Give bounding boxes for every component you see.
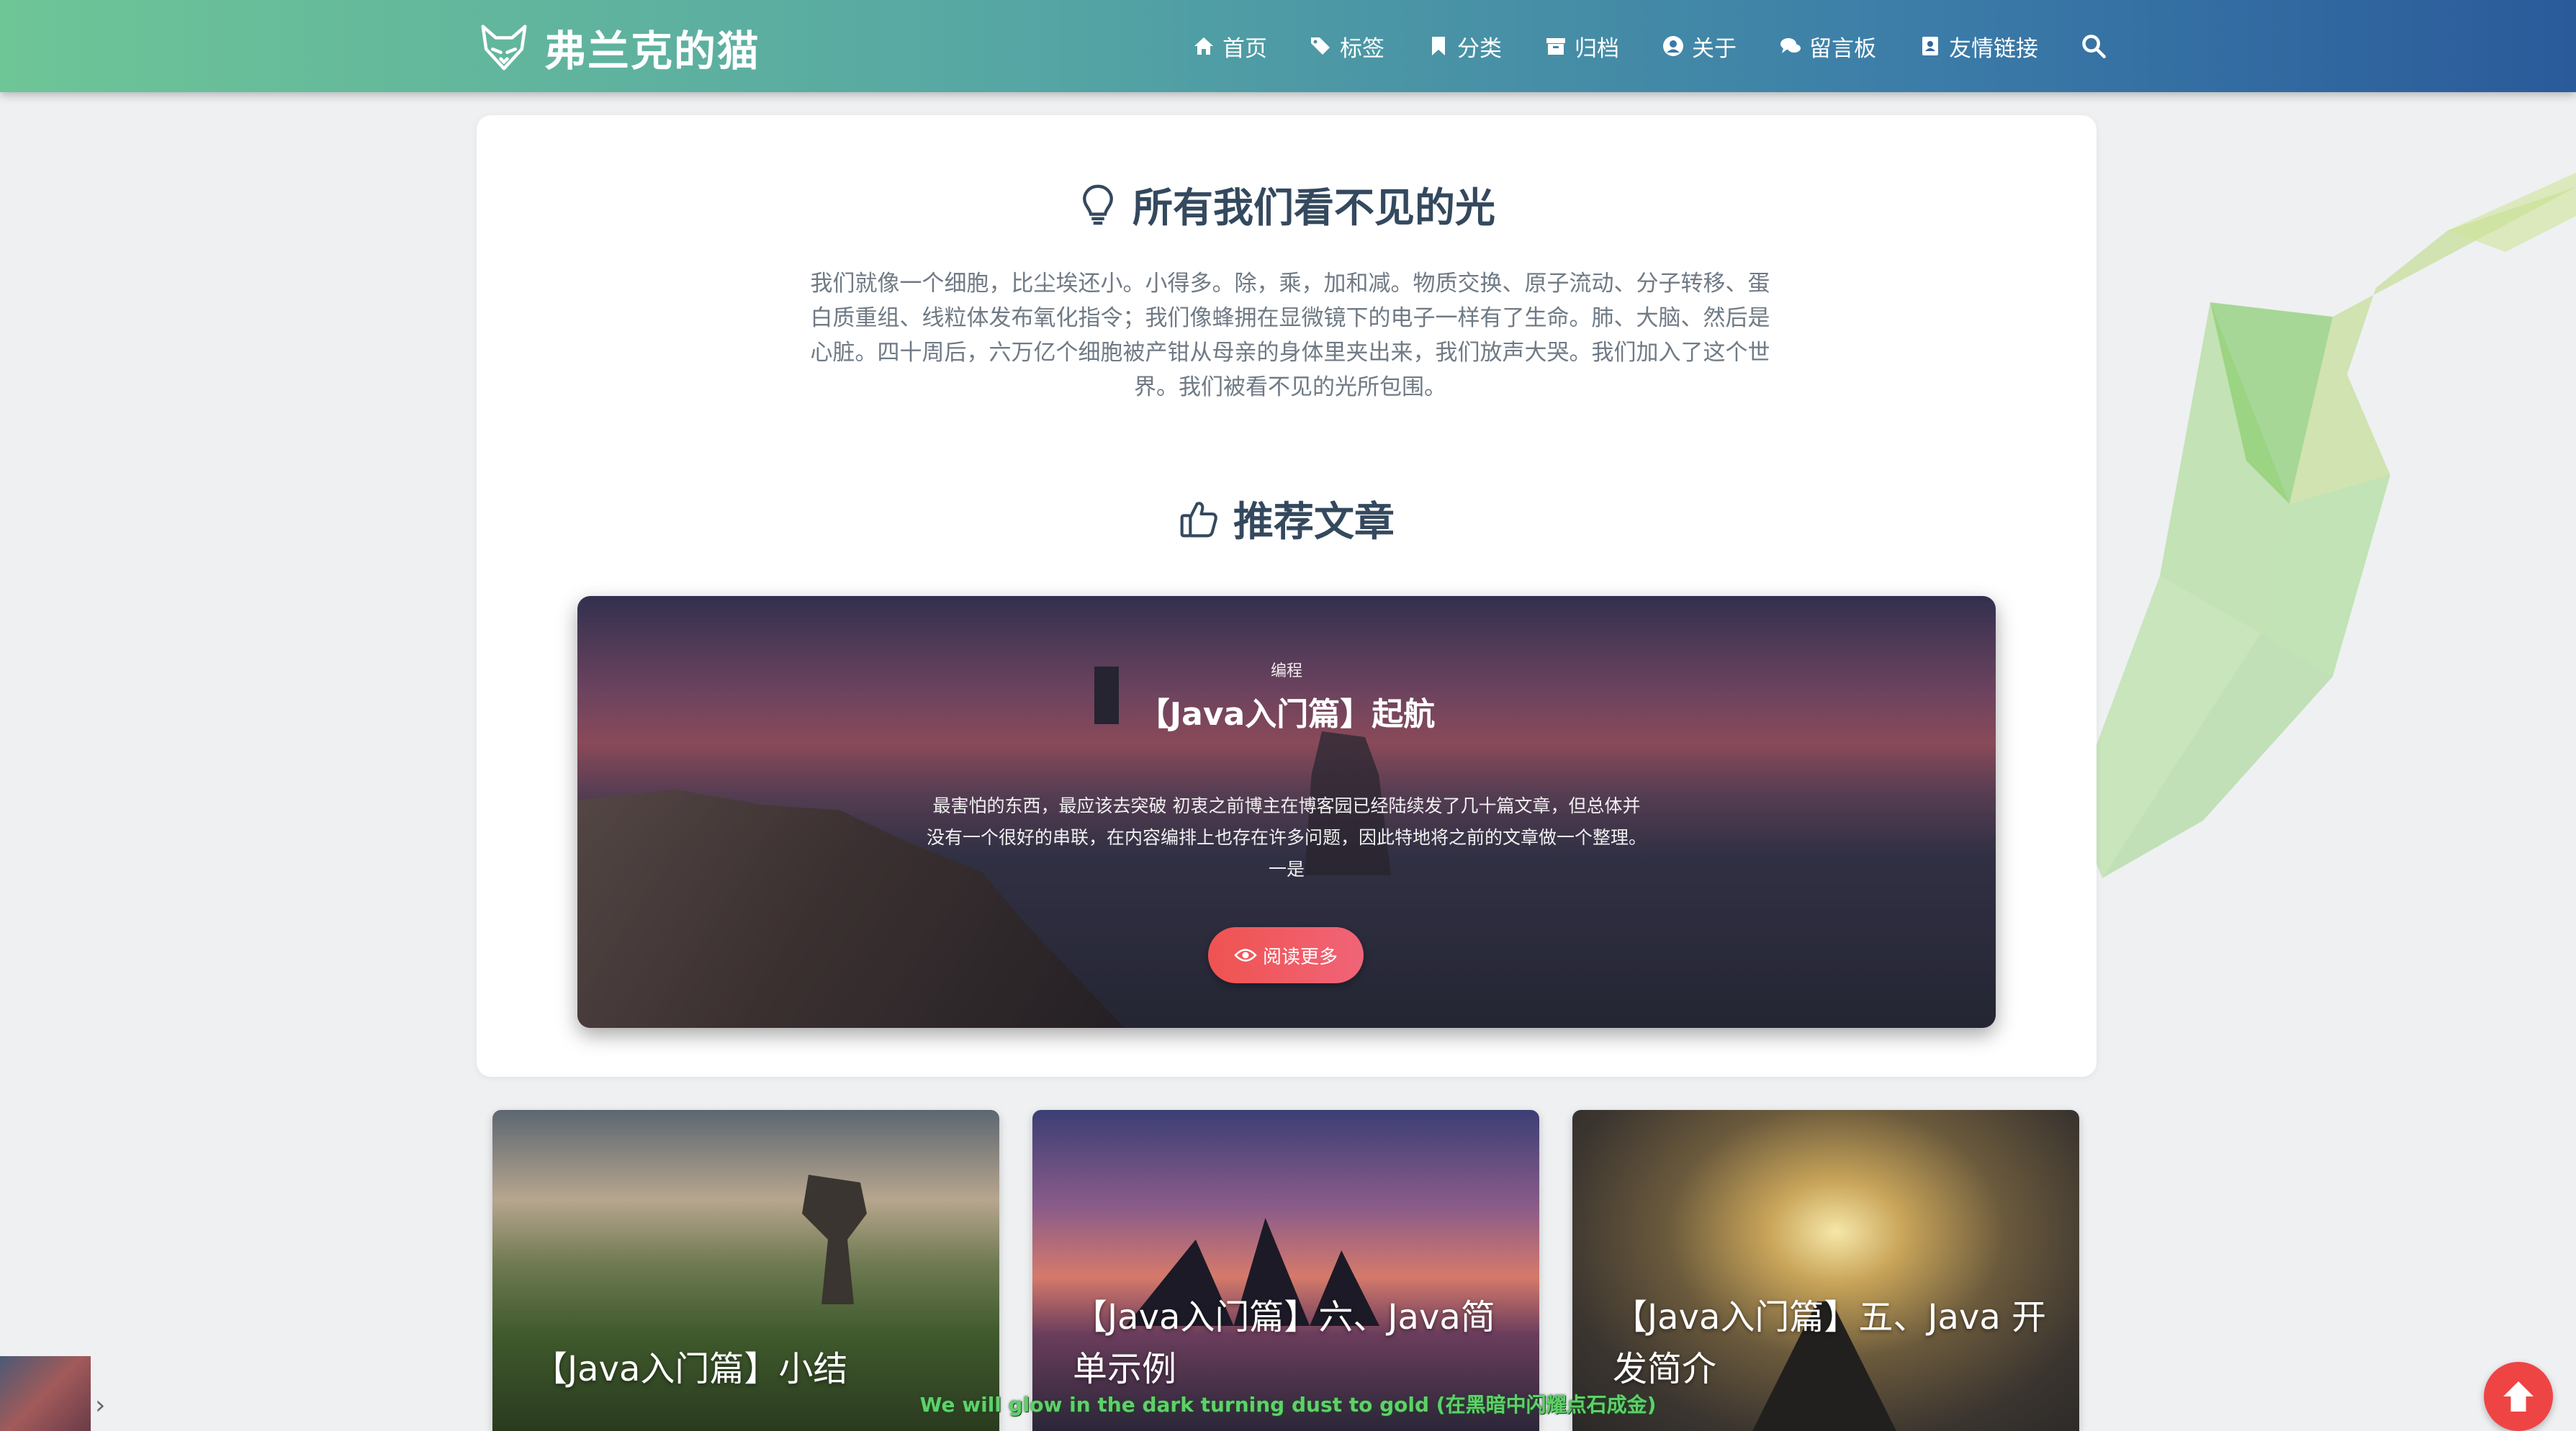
nav-item-label: 标签	[1340, 35, 1384, 62]
nav-item-label: 留言板	[1809, 35, 1876, 62]
post-title[interactable]: 【Java入门篇】五、Java 开发简介	[1613, 1291, 2052, 1395]
intro-text: 我们就像一个细胞，比尘埃还小。小得多。除，乘，加和减。物质交换、原子流动、分子转…	[810, 271, 1770, 400]
post-card[interactable]: 【Java入门篇】五、Java 开发简介	[1572, 1110, 2079, 1431]
nav-item-label: 归档	[1575, 35, 1619, 62]
intro-card: 所有我们看不见的光 我们就像一个细胞，比尘埃还小。小得多。除，乘，加和减。物质交…	[477, 115, 2097, 1077]
nav-item-label: 分类	[1457, 35, 1502, 62]
post-card[interactable]: 【Java入门篇】小结	[492, 1110, 999, 1431]
lightbulb-icon	[1083, 184, 1113, 225]
site-logo[interactable]: 弗兰克的猫	[478, 17, 760, 78]
site-title[interactable]: 弗兰克的猫	[544, 17, 760, 78]
thumbs-up-icon	[1180, 501, 1217, 537]
top-navbar: 弗兰克的猫 首页 标签 分类 归档 关于 留言板 友情链接	[0, 0, 2576, 92]
nav-item-label: 关于	[1692, 35, 1737, 62]
read-more-label: 阅读更多	[1262, 946, 1338, 968]
address-book-icon	[1922, 37, 1938, 55]
post-card[interactable]: 【Java入门篇】六、Java简单示例	[1032, 1110, 1539, 1431]
nav-item-tags[interactable]: 标签	[1310, 30, 1384, 63]
comments-icon	[1780, 38, 1801, 53]
recommend-title: 推荐文章	[1233, 499, 1395, 546]
featured-category[interactable]: 编程	[577, 658, 1996, 681]
featured-post[interactable]: 编程 【Java入门篇】起航 最害怕的东西，最应该去突破 初衷之前博主在博客园已…	[577, 596, 1996, 1028]
nav-item-label: 首页	[1222, 35, 1267, 62]
main-nav: 首页 标签 分类 归档 关于 留言板 友情链接	[1192, 0, 2107, 92]
user-circle-icon	[1663, 36, 1683, 56]
intro-heading: 所有我们看不见的光	[477, 176, 2097, 234]
nav-item-archive[interactable]: 归档	[1544, 30, 1619, 63]
fox-logo-icon	[481, 24, 527, 71]
nav-item-label: 友情链接	[1949, 35, 2038, 62]
nav-item-categories[interactable]: 分类	[1427, 30, 1502, 63]
eye-icon	[1234, 949, 1257, 962]
decorative-ribbon	[2073, 173, 2576, 878]
home-icon	[1194, 37, 1213, 55]
tags-icon	[1311, 37, 1330, 55]
featured-title[interactable]: 【Java入门篇】起航	[577, 688, 1996, 734]
search-icon[interactable]	[2081, 33, 2107, 59]
post-title[interactable]: 【Java入门篇】小结	[533, 1343, 972, 1395]
nav-item-home[interactable]: 首页	[1192, 30, 1267, 63]
nav-item-about[interactable]: 关于	[1662, 30, 1737, 63]
lyrics-subtitle: We will glow in the dark turning dust to…	[919, 1393, 1657, 1417]
bookmark-icon	[1432, 37, 1445, 55]
nav-item-guestbook[interactable]: 留言板	[1779, 30, 1876, 63]
nav-item-friend-links[interactable]: 友情链接	[1919, 30, 2038, 63]
intro-title: 所有我们看不见的光	[1132, 185, 1495, 232]
featured-excerpt: 最害怕的东西，最应该去突破 初衷之前博主在博客园已经陆续发了几十篇文章，但总体并…	[927, 795, 1647, 880]
recommend-heading: 推荐文章	[477, 489, 2097, 548]
read-more-button[interactable]: 阅读更多	[1208, 927, 1364, 983]
archive-icon	[1546, 38, 1565, 55]
post-title[interactable]: 【Java入门篇】六、Java简单示例	[1073, 1291, 1512, 1395]
